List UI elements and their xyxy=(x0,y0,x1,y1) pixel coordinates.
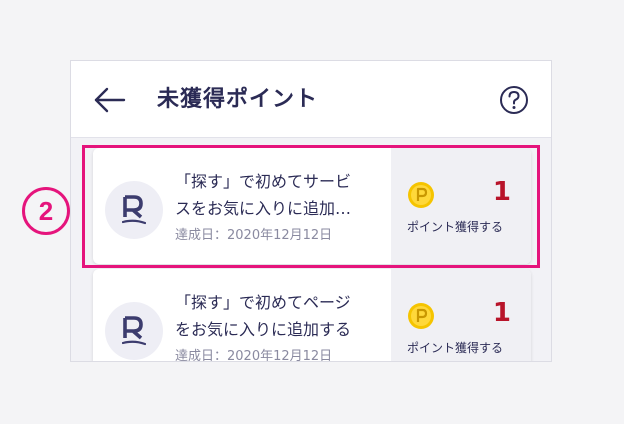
header-bar: 未獲得ポイント xyxy=(71,61,551,138)
item-title-line: をお気に入りに追加する xyxy=(175,320,352,339)
points-value: 1 xyxy=(492,298,511,328)
service-logo xyxy=(105,302,163,360)
page-title: 未獲得ポイント xyxy=(157,87,319,112)
highlight-frame xyxy=(82,145,540,268)
item-title: 「探す」で初めてページ をお気に入りに追加する xyxy=(175,289,385,343)
item-date: 達成日：2020年12月12日 xyxy=(175,349,333,362)
point-coin-icon xyxy=(408,303,434,329)
back-button[interactable] xyxy=(93,85,127,115)
reward-panel[interactable]: 1 ポイント獲得する xyxy=(391,269,531,361)
step-number-badge: 2 xyxy=(22,187,70,235)
help-button[interactable] xyxy=(499,85,529,115)
arrow-left-icon xyxy=(94,87,126,113)
rakuten-r-logo-icon xyxy=(122,316,146,346)
list-item[interactable]: 「探す」で初めてページ をお気に入りに追加する 達成日：2020年12月12日 … xyxy=(93,269,531,362)
get-points-label: ポイント獲得する xyxy=(407,341,504,355)
question-circle-icon xyxy=(500,86,528,114)
item-title-line: 「探す」で初めてページ xyxy=(175,293,351,312)
